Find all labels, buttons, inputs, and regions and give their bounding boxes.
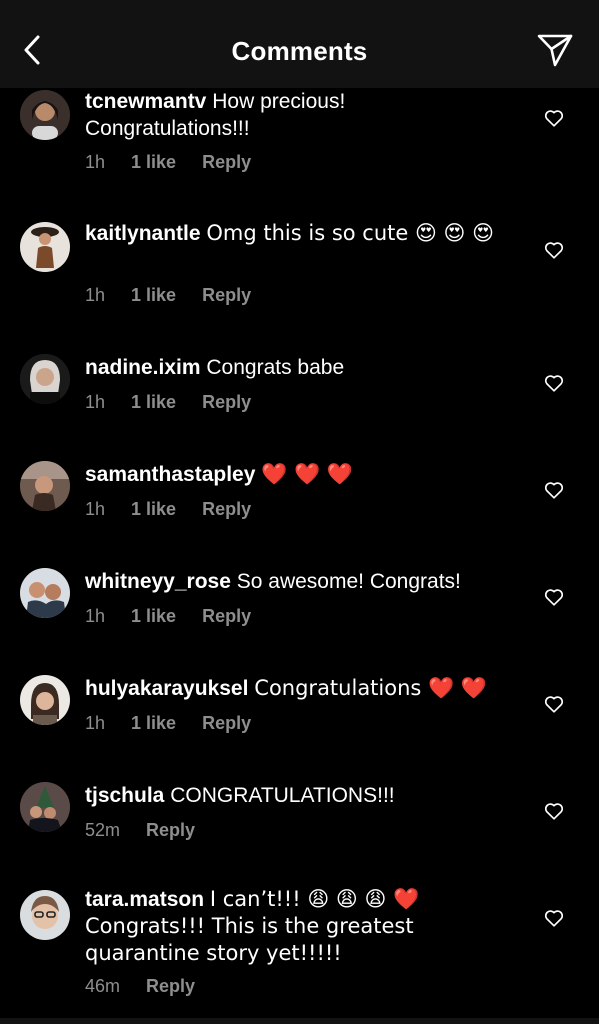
- comment-time: 52m: [85, 820, 121, 840]
- comment-text: kaitlynantle Omg this is so cute 😍 😍 😍: [85, 220, 505, 247]
- comment-username[interactable]: tjschula: [85, 784, 164, 807]
- comment-text: samanthastapley ❤️ ❤️ ❤️: [85, 461, 505, 488]
- comments-list[interactable]: tcnewmantv How precious! Congratulations…: [0, 88, 599, 1024]
- reply-button[interactable]: Reply: [202, 392, 251, 413]
- comment-username[interactable]: hulyakarayuksel: [85, 677, 248, 700]
- comment-time: 1h: [85, 713, 106, 733]
- comment-time: 1h: [85, 285, 106, 305]
- heart-icon[interactable]: [543, 479, 565, 501]
- avatar[interactable]: [20, 568, 70, 618]
- comment-body: Omg this is so cute 😍 😍 😍: [206, 221, 495, 245]
- avatar[interactable]: [20, 90, 70, 140]
- comment-text: nadine.ixim Congrats babe: [85, 354, 505, 381]
- comment-likes[interactable]: 1 like: [131, 713, 176, 734]
- comment-username[interactable]: tcnewmantv: [85, 90, 206, 113]
- comment-text: tjschula CONGRATULATIONS!!!: [85, 782, 505, 809]
- comment-username[interactable]: tara.matson: [85, 888, 204, 911]
- comment-username[interactable]: nadine.ixim: [85, 356, 201, 379]
- comment-time: 1h: [85, 152, 106, 172]
- comment-likes[interactable]: 1 like: [131, 285, 176, 306]
- avatar[interactable]: [20, 675, 70, 725]
- comment-meta: 1h 1 like Reply: [85, 606, 251, 627]
- reply-button[interactable]: Reply: [202, 285, 251, 306]
- comment-text: tara.matson I can’t!!! 😩 😩 😩 ❤️ Congrats…: [85, 886, 505, 967]
- comment-text: tcnewmantv How precious! Congratulations…: [85, 88, 505, 142]
- heart-icon[interactable]: [543, 907, 565, 929]
- reply-button[interactable]: Reply: [202, 713, 251, 734]
- comment-body: Congrats babe: [206, 356, 345, 379]
- comment-likes[interactable]: 1 like: [131, 152, 176, 173]
- comment-meta: 1h 1 like Reply: [85, 499, 251, 520]
- avatar[interactable]: [20, 782, 70, 832]
- comment-meta: 1h 1 like Reply: [85, 152, 251, 173]
- comment-time: 1h: [85, 606, 106, 626]
- avatar[interactable]: [20, 222, 70, 272]
- comment-likes[interactable]: 1 like: [131, 499, 176, 520]
- reply-button[interactable]: Reply: [202, 499, 251, 520]
- heart-icon[interactable]: [543, 372, 565, 394]
- reply-button[interactable]: Reply: [202, 152, 251, 173]
- bottom-divider: [0, 1018, 599, 1024]
- comment-meta: 1h 1 like Reply: [85, 713, 251, 734]
- comment-text: hulyakarayuksel Congratulations ❤️ ❤️: [85, 675, 505, 702]
- avatar[interactable]: [20, 354, 70, 404]
- comment-body: ❤️ ❤️ ❤️: [261, 462, 354, 486]
- comment-meta: 52m Reply: [85, 820, 195, 841]
- comment-body: Congratulations ❤️ ❤️: [254, 676, 487, 700]
- heart-icon[interactable]: [543, 800, 565, 822]
- comment-time: 1h: [85, 499, 106, 519]
- comment-meta: 1h 1 like Reply: [85, 285, 251, 306]
- comment-meta: 1h 1 like Reply: [85, 392, 251, 413]
- comment-body: So awesome! Congrats!: [236, 570, 461, 593]
- reply-button[interactable]: Reply: [146, 976, 195, 997]
- page-title: Comments: [231, 36, 368, 66]
- heart-icon[interactable]: [543, 107, 565, 129]
- avatar[interactable]: [20, 461, 70, 511]
- header-bar: Comments: [0, 0, 599, 88]
- comment-likes[interactable]: 1 like: [131, 606, 176, 627]
- comment-time: 1h: [85, 392, 106, 412]
- reply-button[interactable]: Reply: [146, 820, 195, 841]
- reply-button[interactable]: Reply: [202, 606, 251, 627]
- avatar[interactable]: [20, 890, 70, 940]
- paper-plane-icon: [536, 32, 574, 73]
- comment-username[interactable]: whitneyy_rose: [85, 570, 231, 593]
- comment-meta: 46m Reply: [85, 976, 195, 997]
- comment-body: CONGRATULATIONS!!!: [170, 784, 395, 807]
- share-button[interactable]: [535, 32, 575, 72]
- comment-text: whitneyy_rose So awesome! Congrats!: [85, 568, 505, 595]
- comment-likes[interactable]: 1 like: [131, 392, 176, 413]
- heart-icon[interactable]: [543, 239, 565, 261]
- comment-username[interactable]: kaitlynantle: [85, 222, 201, 245]
- heart-icon[interactable]: [543, 586, 565, 608]
- comment-time: 46m: [85, 976, 121, 996]
- heart-icon[interactable]: [543, 693, 565, 715]
- comment-username[interactable]: samanthastapley: [85, 463, 255, 486]
